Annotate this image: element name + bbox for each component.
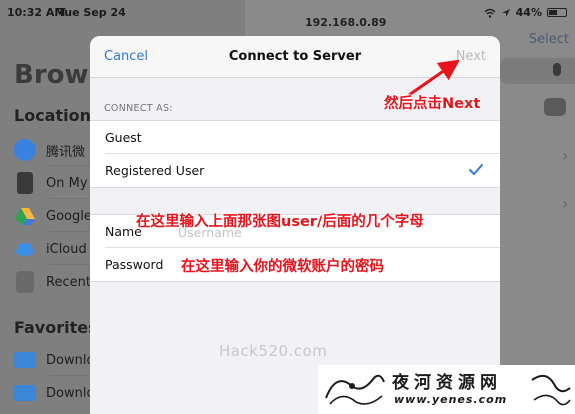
- sidebar-item-label: Downlo: [46, 385, 95, 401]
- checkmark-icon: [469, 164, 483, 175]
- battery-percent: 44%: [515, 6, 542, 19]
- chevron-right-icon: ›: [562, 194, 569, 213]
- ipad-icon: [17, 172, 33, 194]
- connect-as-label: CONNECT AS:: [104, 103, 173, 114]
- password-hint-annotation: 在这里输入你的微软账户的密码: [181, 259, 384, 275]
- sidebar-item-icloud[interactable]: iCloud: [14, 235, 87, 263]
- sidebar-item-label: On My: [46, 175, 88, 191]
- list-view-icon[interactable]: [544, 98, 566, 116]
- sidebar-item-label: Recent: [46, 274, 91, 290]
- sidebar-item-label: 腾讯微: [46, 144, 86, 160]
- favorites-title: Favorites: [14, 318, 98, 337]
- icloud-icon: [14, 238, 36, 260]
- sidebar-item-tencent[interactable]: 腾讯微: [14, 136, 85, 164]
- option-label: Guest: [105, 130, 142, 145]
- microphone-icon[interactable]: [553, 63, 561, 76]
- next-hint-annotation: 然后点击Next: [384, 96, 481, 112]
- option-label: Registered User: [105, 163, 205, 178]
- sidebar-item-downloads[interactable]: Downlo: [14, 346, 94, 374]
- site-logo-title: 夜河资源网: [392, 373, 502, 393]
- folder-icon: [14, 385, 36, 401]
- sidebar-item-label: Google: [46, 208, 92, 224]
- wifi-icon: [484, 8, 496, 18]
- cloud-icon: [14, 139, 36, 161]
- location-icon: [501, 8, 510, 17]
- ornament-icon: [531, 374, 571, 406]
- chevron-right-icon: ›: [562, 146, 569, 165]
- select-button[interactable]: Select: [529, 32, 569, 47]
- google-drive-icon: [14, 205, 36, 227]
- sidebar-item-label: Downlo: [46, 352, 95, 368]
- connect-as-group: Guest Registered User: [90, 120, 500, 188]
- folder-download-icon: [14, 352, 36, 368]
- site-logo-url: www.yenes.com: [394, 393, 508, 406]
- status-indicators: 44%: [484, 6, 567, 19]
- sidebar-item-recently-deleted[interactable]: Recent: [14, 268, 91, 296]
- status-date: Tue Sep 24: [58, 6, 126, 19]
- sidebar-item-google-drive[interactable]: Google: [14, 202, 92, 230]
- option-guest[interactable]: Guest: [90, 121, 500, 154]
- option-registered-user[interactable]: Registered User: [90, 154, 500, 187]
- trash-icon: [16, 271, 34, 293]
- status-bar: 10:32 AM Tue Sep 24 44%: [0, 0, 575, 24]
- sidebar-item-on-my-ipad[interactable]: On My: [14, 169, 88, 197]
- locations-title: Locations: [14, 106, 101, 125]
- ornament-icon: [325, 374, 385, 405]
- watermark-text: Hack520.com: [219, 342, 328, 360]
- battery-icon: [547, 8, 567, 17]
- status-time: 10:32 AM: [7, 6, 66, 19]
- password-label: Password: [105, 257, 164, 272]
- search-field[interactable]: [500, 58, 575, 84]
- sidebar-item-downloads-2[interactable]: Downlo: [14, 379, 94, 407]
- username-hint-annotation: 在这里输入上面那张图user/后面的几个字母: [136, 214, 424, 230]
- sidebar-item-label: iCloud: [46, 241, 87, 257]
